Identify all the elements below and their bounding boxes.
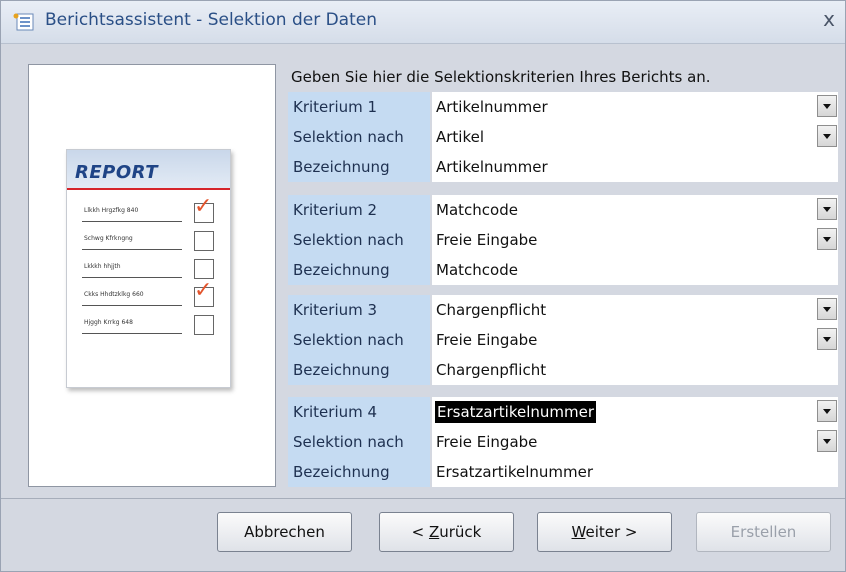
report-row-text: Schwg Kfrkngng: [84, 235, 133, 242]
dropdown-arrow-icon[interactable]: [817, 95, 837, 117]
next-button-rest: eiter >: [585, 523, 638, 541]
description-value: Chargenpflicht: [436, 361, 547, 379]
description-value: Matchcode: [436, 261, 518, 279]
description-input[interactable]: Ersatzartikelnummer: [432, 457, 838, 487]
criterion-row: Kriterium 1 Artikelnummer: [288, 92, 838, 122]
report-wizard-icon: [13, 13, 34, 31]
back-button-prefix: <: [411, 523, 429, 541]
selection-label: Selektion nach: [288, 325, 430, 355]
selection-value: Artikel: [436, 128, 485, 146]
next-button[interactable]: Weiter >: [537, 512, 672, 552]
selection-row: Selektion nach Artikel: [288, 122, 838, 152]
description-label: Bezeichnung: [288, 152, 430, 182]
checkbox-icon: [194, 259, 214, 279]
report-row-line: [82, 333, 182, 334]
criterion-label: Kriterium 1: [288, 92, 430, 122]
criterion-row: Kriterium 2 Matchcode: [288, 195, 838, 225]
selection-row: Selektion nach Freie Eingabe: [288, 225, 838, 255]
preview-panel: REPORT Llkkh Hrgzfkg 840 ✓ Schwg Kfrkngn…: [28, 64, 276, 487]
description-row: Bezeichnung Artikelnummer: [288, 152, 838, 182]
description-input[interactable]: Matchcode: [432, 255, 838, 285]
report-row: Ckks Hhdtzklkg 660 ✓: [82, 280, 222, 310]
footer-divider: [1, 498, 845, 499]
description-label: Bezeichnung: [288, 255, 430, 285]
window-title: Berichtsassistent - Selektion der Daten: [45, 10, 377, 30]
close-button[interactable]: x: [817, 7, 841, 31]
cancel-button[interactable]: Abbrechen: [217, 512, 352, 552]
title-bar: Berichtsassistent - Selektion der Daten …: [1, 1, 845, 44]
criterion-value: Ersatzartikelnummer: [435, 401, 596, 423]
report-row-line: [82, 305, 182, 306]
criterion-value: Matchcode: [436, 201, 518, 219]
dropdown-arrow-icon[interactable]: [817, 328, 837, 350]
criterion-select[interactable]: Matchcode: [432, 195, 838, 225]
cancel-button-label: Abbrechen: [244, 523, 325, 541]
dropdown-arrow-icon[interactable]: [817, 298, 837, 320]
report-illustration-title: REPORT: [75, 162, 158, 183]
description-value: Artikelnummer: [436, 158, 548, 176]
dropdown-arrow-icon[interactable]: [817, 198, 837, 220]
report-illustration: REPORT Llkkh Hrgzfkg 840 ✓ Schwg Kfrkngn…: [66, 149, 231, 388]
selection-value: Freie Eingabe: [436, 331, 538, 349]
checkbox-icon: [194, 231, 214, 251]
criterion-value: Chargenpflicht: [436, 301, 547, 319]
selection-row: Selektion nach Freie Eingabe: [288, 325, 838, 355]
checkmark-icon: ✓: [194, 194, 213, 219]
report-row: Llkkh Hrgzfkg 840 ✓: [82, 196, 222, 226]
criterion-value: Artikelnummer: [436, 98, 548, 116]
selection-select[interactable]: Artikel: [432, 122, 838, 152]
criterion-select[interactable]: Chargenpflicht: [432, 295, 838, 325]
description-row: Bezeichnung Ersatzartikelnummer: [288, 457, 838, 487]
selection-label: Selektion nach: [288, 122, 430, 152]
criterion-row: Kriterium 3 Chargenpflicht: [288, 295, 838, 325]
description-row: Bezeichnung Chargenpflicht: [288, 355, 838, 385]
report-row: Schwg Kfrkngng: [82, 230, 222, 254]
dropdown-arrow-icon[interactable]: [817, 228, 837, 250]
checkmark-icon: ✓: [194, 278, 213, 303]
description-label: Bezeichnung: [288, 457, 430, 487]
description-value: Ersatzartikelnummer: [436, 463, 593, 481]
report-row-line: [82, 277, 182, 278]
criterion-label: Kriterium 4: [288, 397, 430, 427]
dropdown-arrow-icon[interactable]: [817, 430, 837, 452]
instruction-text: Geben Sie hier die Selektionskriterien I…: [291, 68, 711, 86]
checkbox-icon: [194, 315, 214, 335]
criterion-label: Kriterium 2: [288, 195, 430, 225]
description-input[interactable]: Artikelnummer: [432, 152, 838, 182]
report-row: Hjggh Krrkg 648: [82, 314, 222, 338]
selection-value: Freie Eingabe: [436, 231, 538, 249]
next-button-mnemonic: W: [571, 523, 586, 541]
criterion-row: Kriterium 4 Ersatzartikelnummer: [288, 397, 838, 427]
criterion-select[interactable]: Ersatzartikelnummer: [432, 397, 838, 427]
report-row-line: [82, 249, 182, 250]
selection-row: Selektion nach Freie Eingabe: [288, 427, 838, 457]
report-row-text: Ckks Hhdtzklkg 660: [84, 291, 144, 298]
selection-select[interactable]: Freie Eingabe: [432, 325, 838, 355]
report-row-text: Lkkkh hhjjth: [84, 263, 121, 270]
selection-value: Freie Eingabe: [436, 433, 538, 451]
wizard-window: Berichtsassistent - Selektion der Daten …: [0, 0, 846, 572]
report-header: REPORT: [67, 150, 230, 190]
selection-label: Selektion nach: [288, 225, 430, 255]
back-button-rest: urück: [439, 523, 482, 541]
create-button[interactable]: Erstellen: [696, 512, 831, 552]
description-label: Bezeichnung: [288, 355, 430, 385]
criterion-label: Kriterium 3: [288, 295, 430, 325]
back-button-mnemonic: Z: [428, 523, 440, 541]
dropdown-arrow-icon[interactable]: [817, 125, 837, 147]
selection-select[interactable]: Freie Eingabe: [432, 225, 838, 255]
description-input[interactable]: Chargenpflicht: [432, 355, 838, 385]
selection-label: Selektion nach: [288, 427, 430, 457]
back-button[interactable]: < Zurück: [379, 512, 514, 552]
report-row-line: [82, 221, 182, 222]
report-row-text: Hjggh Krrkg 648: [84, 319, 133, 326]
create-button-label: Erstellen: [730, 523, 797, 541]
report-row-text: Llkkh Hrgzfkg 840: [84, 207, 139, 214]
dropdown-arrow-icon[interactable]: [817, 400, 837, 422]
description-row: Bezeichnung Matchcode: [288, 255, 838, 285]
criterion-select[interactable]: Artikelnummer: [432, 92, 838, 122]
selection-select[interactable]: Freie Eingabe: [432, 427, 838, 457]
